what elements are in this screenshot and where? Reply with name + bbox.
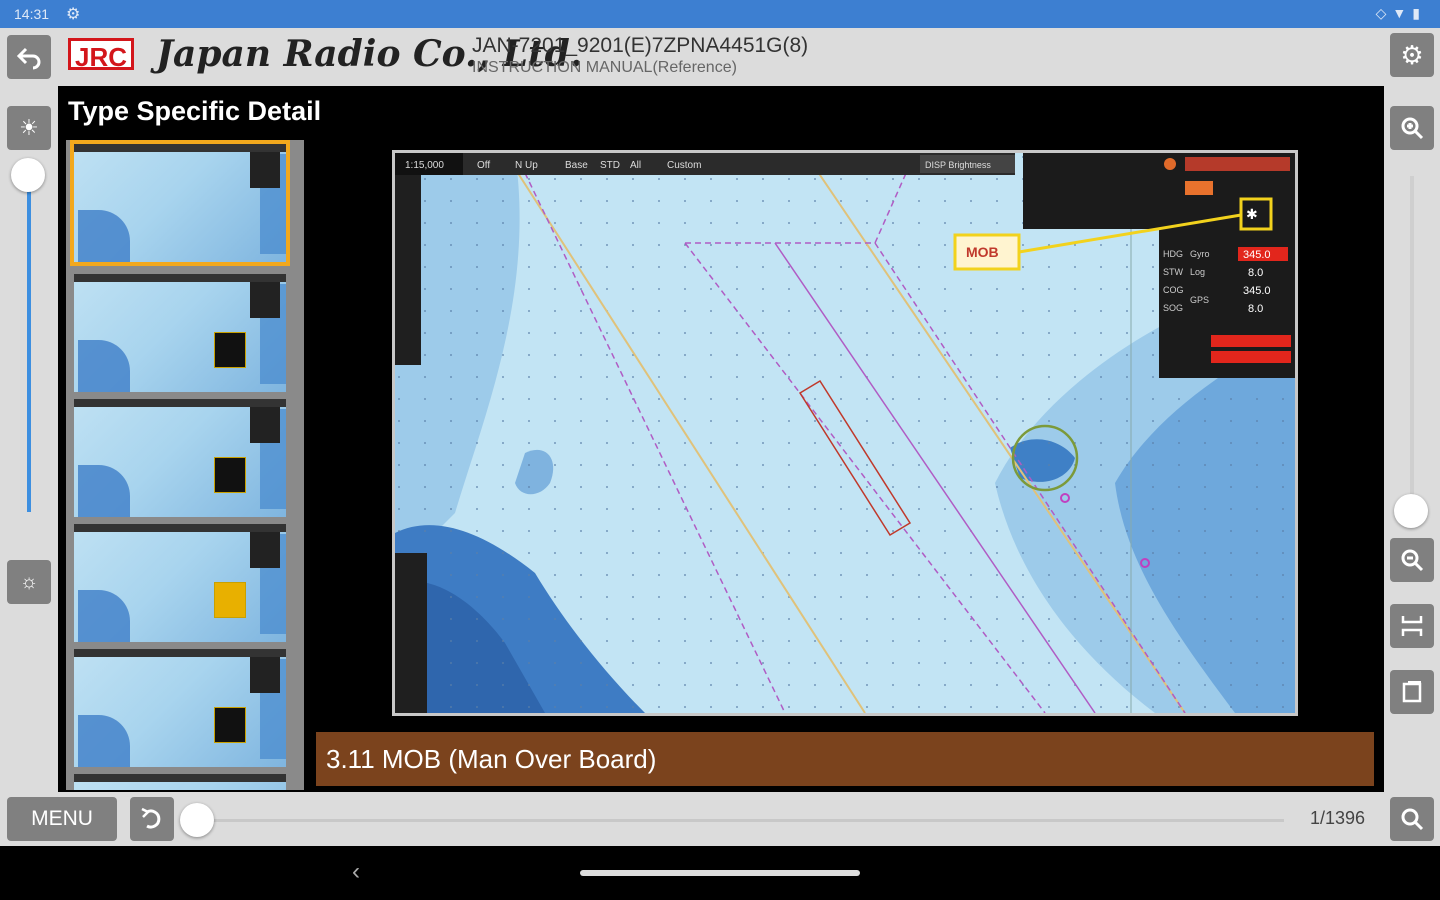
data-src-stw: Log bbox=[1190, 267, 1205, 277]
zoom-slider-track[interactable] bbox=[1410, 176, 1414, 506]
fit-page-icon bbox=[1401, 616, 1423, 636]
thumbnail-list[interactable] bbox=[66, 140, 304, 790]
data-src-cog: GPS bbox=[1190, 295, 1209, 305]
thumb-panel bbox=[250, 407, 280, 443]
disp-brightness-label: DISP Brightness bbox=[925, 160, 991, 170]
nav-home-handle[interactable] bbox=[580, 870, 860, 876]
data-value-cog: 345.0 bbox=[1243, 285, 1271, 297]
data-value-stw: 8.0 bbox=[1248, 267, 1263, 279]
mob-callout-label: MOB bbox=[966, 244, 999, 260]
zoom-slider-knob[interactable] bbox=[1394, 494, 1428, 528]
data-src-hdg: Gyro bbox=[1190, 249, 1210, 259]
search-icon bbox=[1401, 808, 1424, 831]
wifi-icon: ▼ bbox=[1392, 5, 1413, 21]
thumbnail-item-selected[interactable] bbox=[70, 140, 290, 266]
status-bar: 14:31 ⚙ ◇▼▮ bbox=[0, 0, 1440, 28]
thumb-toolbar bbox=[74, 144, 286, 152]
data-label-cog: COG bbox=[1163, 285, 1184, 295]
system-nav-bar: ‹ bbox=[0, 846, 1440, 900]
gear-icon: ⚙ bbox=[1400, 39, 1424, 70]
fit-page-button[interactable] bbox=[1390, 604, 1434, 648]
zoom-in-button[interactable] bbox=[1390, 106, 1434, 150]
data-label-sog: SOG bbox=[1163, 303, 1183, 313]
undo-jump-button[interactable] bbox=[130, 797, 174, 841]
thumb-land bbox=[78, 340, 130, 392]
sun-dim-icon: ☼ bbox=[19, 570, 39, 593]
nav-back-icon[interactable]: ‹ bbox=[352, 858, 360, 886]
sun-bright-icon: ☀ bbox=[19, 115, 39, 140]
thumbnail-item[interactable] bbox=[74, 524, 286, 642]
page-title: Type Specific Detail bbox=[68, 96, 322, 126]
thumb-toolbar bbox=[74, 649, 286, 657]
thumbnail-item[interactable] bbox=[74, 399, 286, 517]
thumbnail-item[interactable] bbox=[74, 274, 286, 392]
chart-menu-std: STD bbox=[600, 160, 620, 171]
thumb-panel bbox=[250, 282, 280, 318]
zoom-in-icon bbox=[1401, 117, 1424, 140]
brightness-slider-knob[interactable] bbox=[11, 158, 45, 192]
battery-icon: ▮ bbox=[1412, 5, 1426, 21]
page-slider-track[interactable] bbox=[198, 819, 1284, 822]
thumb-panel bbox=[250, 152, 280, 188]
jrc-logo: JRC bbox=[68, 38, 134, 72]
thumb-dialog bbox=[214, 332, 246, 368]
chart-menu-custom: Custom bbox=[667, 160, 701, 171]
thumbnail-item[interactable] bbox=[74, 774, 286, 790]
menu-button[interactable]: MENU bbox=[7, 797, 117, 841]
data-label-hdg: HDG bbox=[1163, 249, 1183, 259]
thumb-land bbox=[78, 590, 130, 642]
back-button[interactable] bbox=[7, 35, 51, 79]
rotate-page-button[interactable] bbox=[1390, 670, 1434, 714]
thumb-dialog bbox=[214, 582, 246, 618]
brightness-down-button[interactable]: ☼ bbox=[7, 560, 51, 604]
thumb-panel bbox=[250, 532, 280, 568]
document-subtitle: INSTRUCTION MANUAL(Reference) bbox=[472, 59, 737, 76]
mob-icon: ✱ bbox=[1246, 207, 1258, 223]
undo-icon bbox=[141, 807, 161, 829]
data-label-stw: STW bbox=[1163, 267, 1184, 277]
settings-button[interactable]: ⚙ bbox=[1390, 33, 1434, 77]
thumb-toolbar bbox=[74, 524, 286, 532]
thumb-dialog bbox=[214, 457, 246, 493]
thumb-toolbar bbox=[74, 399, 286, 407]
status-icons: ◇▼▮ bbox=[1376, 5, 1426, 22]
chart-scale-text: 1:15,000 bbox=[405, 160, 444, 171]
zoom-strip bbox=[1384, 86, 1440, 792]
data-value-sog: 8.0 bbox=[1248, 303, 1263, 315]
brightness-up-button[interactable]: ☀ bbox=[7, 106, 51, 150]
status-settings-icon: ⚙ bbox=[66, 6, 81, 23]
thumbnail-item[interactable] bbox=[74, 649, 286, 767]
thumb-land bbox=[78, 210, 130, 262]
chart-menu-base: Base bbox=[565, 160, 588, 171]
bottom-toolbar: MENU 1/1396 bbox=[0, 792, 1440, 846]
page-slider-knob[interactable] bbox=[180, 803, 214, 837]
vibrate-icon: ◇ bbox=[1375, 5, 1393, 21]
brightness-strip: ☀ ☼ bbox=[0, 86, 58, 792]
brightness-slider-track[interactable] bbox=[27, 176, 31, 512]
search-button[interactable] bbox=[1390, 797, 1434, 841]
thumb-toolbar bbox=[74, 774, 286, 782]
thumb-land bbox=[78, 465, 130, 517]
back-arrow-icon bbox=[16, 47, 41, 70]
document-title: JAN-7201_9201(E)7ZPNA4451G(8) bbox=[472, 34, 809, 57]
chart-menu-off: Off bbox=[477, 160, 490, 171]
status-time: 14:31 bbox=[14, 6, 50, 22]
nautical-chart-image: 1:15,000 Off N Up Base STD All Custom DI… bbox=[395, 153, 1295, 713]
page-icon bbox=[1402, 681, 1422, 703]
thumb-panel bbox=[250, 657, 280, 693]
thumb-dialog bbox=[214, 707, 246, 743]
zoom-out-icon bbox=[1401, 549, 1424, 572]
chart-menu-nup: N Up bbox=[515, 160, 538, 171]
app-header: JRC Japan Radio Co., Ltd. JAN-7201_9201(… bbox=[0, 28, 1440, 86]
thumb-land bbox=[78, 715, 130, 767]
zoom-out-button[interactable] bbox=[1390, 538, 1434, 582]
section-caption: 3.11 MOB (Man Over Board) bbox=[316, 732, 1374, 786]
thumb-toolbar bbox=[74, 274, 286, 282]
page-viewer: Type Specific Detail 1:15,000 Off N Up B… bbox=[58, 86, 1384, 792]
chart-menu-all: All bbox=[630, 160, 641, 171]
chart-illustration: 1:15,000 Off N Up Base STD All Custom DI… bbox=[392, 150, 1298, 716]
data-value-hdg: 345.0 bbox=[1243, 249, 1271, 261]
page-indicator: 1/1396 bbox=[1310, 808, 1366, 828]
